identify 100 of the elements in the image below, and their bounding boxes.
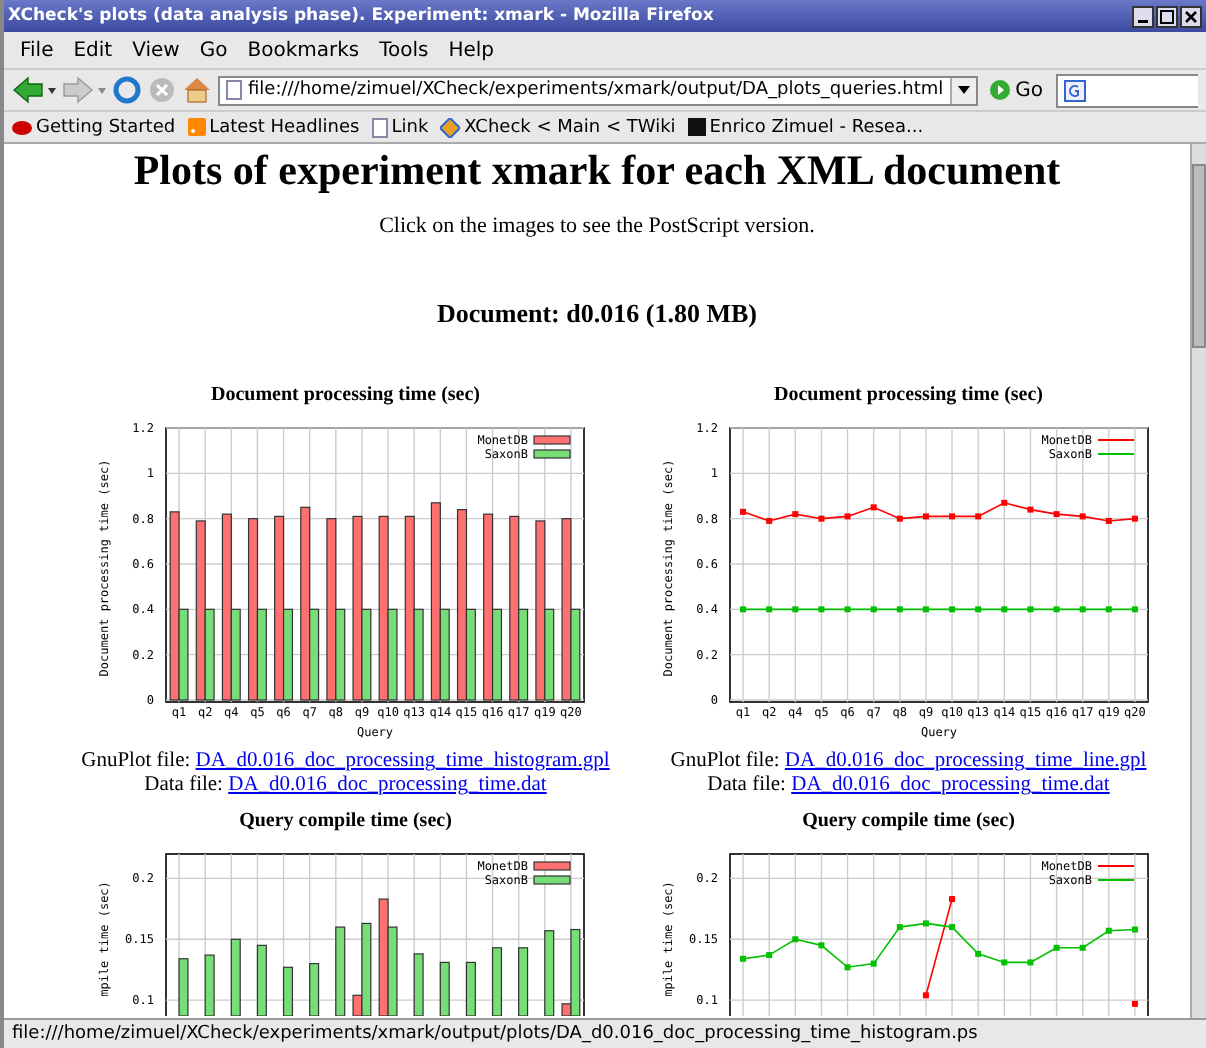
maximize-icon [1160, 9, 1174, 23]
page-icon [371, 117, 388, 137]
data-point [948, 896, 955, 903]
status-bar: file:///home/zimuel/XCheck/experiments/xmark/output/plots/DA_d0.016_doc_processing_time_histogram.ps [4, 1018, 1206, 1048]
data-point [1079, 944, 1086, 951]
menu-item[interactable]: File [12, 39, 62, 61]
page-icon [226, 80, 242, 100]
data-point [1131, 606, 1138, 613]
chart-title: Query compile time (sec) [802, 810, 1015, 832]
data-point [1131, 515, 1138, 522]
stop-icon [148, 76, 176, 104]
menu-item[interactable]: Go [191, 39, 236, 61]
data-point [948, 513, 955, 520]
data-point [870, 504, 877, 511]
data-point [1105, 606, 1112, 613]
menu-item[interactable]: View [124, 39, 188, 61]
data-point [896, 515, 903, 522]
data-point [765, 952, 772, 959]
data-point [791, 606, 798, 613]
data-point [922, 513, 929, 520]
play-icon [989, 80, 1010, 100]
menu-item[interactable]: Edit [65, 39, 121, 61]
data-point [1053, 944, 1060, 951]
data-point [870, 960, 877, 967]
data-point [765, 606, 772, 613]
menu-item[interactable]: Bookmarks [239, 39, 368, 61]
bookmark-link[interactable]: Latest Headlines [187, 117, 360, 137]
bar [440, 961, 451, 1016]
data-point [1105, 927, 1112, 934]
bar [492, 947, 503, 1016]
data-point [1026, 606, 1033, 613]
data-point [1079, 513, 1086, 520]
data-point [1026, 506, 1033, 513]
data-point [974, 606, 981, 613]
data-point [817, 942, 824, 949]
bar [518, 947, 529, 1016]
data-point [922, 606, 929, 613]
home-button[interactable] [182, 76, 212, 104]
legend-swatch [533, 875, 572, 885]
bar [205, 954, 216, 1016]
data-point [1079, 606, 1086, 613]
file-link[interactable]: DA_d0.016_doc_processing_time_histogram.gpl [195, 750, 610, 772]
bar [178, 958, 190, 1016]
bookmark-link[interactable]: Getting Started [12, 117, 176, 137]
bar [309, 963, 320, 1016]
bookmark-link[interactable]: Link [371, 117, 429, 137]
data-point [817, 515, 824, 522]
chart-title: Document processing time (sec) [773, 384, 1043, 406]
data-point [817, 606, 824, 613]
file-link[interactable]: DA_d0.016_doc_processing_time_line.gpl [784, 750, 1147, 772]
document-heading: Document: d0.016 (1.80 MB) [437, 298, 757, 330]
address-field[interactable]: file:///home/zimuel/XCheck/experiments/xmark/output/DA_plots_queries.html [218, 75, 978, 105]
minimize-button[interactable] [1132, 5, 1154, 27]
data-point [844, 606, 851, 613]
data-point [1000, 959, 1007, 966]
link-label: GnuPlot file: [670, 750, 780, 772]
bookmark-link[interactable]: XCheck < Main < TWiki [440, 117, 676, 137]
close-button[interactable] [1180, 5, 1202, 27]
data-point [896, 924, 903, 931]
reload-button[interactable] [112, 76, 142, 104]
square-icon [687, 118, 706, 136]
bar [283, 966, 294, 1016]
data-point [896, 606, 903, 613]
maximize-button[interactable] [1156, 5, 1178, 27]
menu-item[interactable]: Help [440, 39, 503, 61]
legend-swatch [533, 861, 572, 871]
data-point [870, 606, 877, 613]
data-point [765, 517, 772, 524]
data-point [974, 950, 981, 957]
link-label: Data file: [144, 774, 223, 796]
bar [414, 953, 425, 1016]
back-arrow-icon [12, 76, 56, 104]
data-point [1053, 511, 1060, 518]
file-link[interactable]: DA_d0.016_doc_processing_time.dat [228, 774, 547, 796]
feed-icon [187, 118, 206, 136]
menu-item[interactable]: Tools [371, 39, 437, 61]
data-point [1131, 926, 1138, 933]
chart-title: Document processing time (sec) [210, 384, 480, 406]
back-button[interactable] [12, 76, 56, 104]
file-link[interactable]: DA_d0.016_doc_processing_time.dat [791, 774, 1110, 796]
data-point [844, 513, 851, 520]
reload-icon [112, 76, 142, 104]
data-point [791, 511, 798, 518]
scrollbar[interactable] [1190, 144, 1206, 1018]
data-point [739, 606, 746, 613]
bar [335, 926, 346, 1016]
link-label: GnuPlot file: [81, 750, 191, 772]
data-point [739, 955, 746, 962]
caret-icon [957, 86, 970, 94]
chart-title: Query compile time (sec) [239, 810, 452, 832]
dropdown-button[interactable] [949, 77, 976, 103]
data-point [1053, 606, 1060, 613]
data-point [922, 920, 929, 927]
go-button[interactable]: Go [983, 79, 1050, 101]
bookmark-link[interactable]: Enrico Zimuel - Resea... [687, 117, 924, 137]
search-field[interactable] [1055, 73, 1198, 107]
data-point [1000, 499, 1007, 506]
forward-arrow-icon [62, 76, 106, 104]
page-heading: Plots of experiment xmark for each XML document [133, 146, 1061, 194]
bar [544, 930, 555, 1016]
